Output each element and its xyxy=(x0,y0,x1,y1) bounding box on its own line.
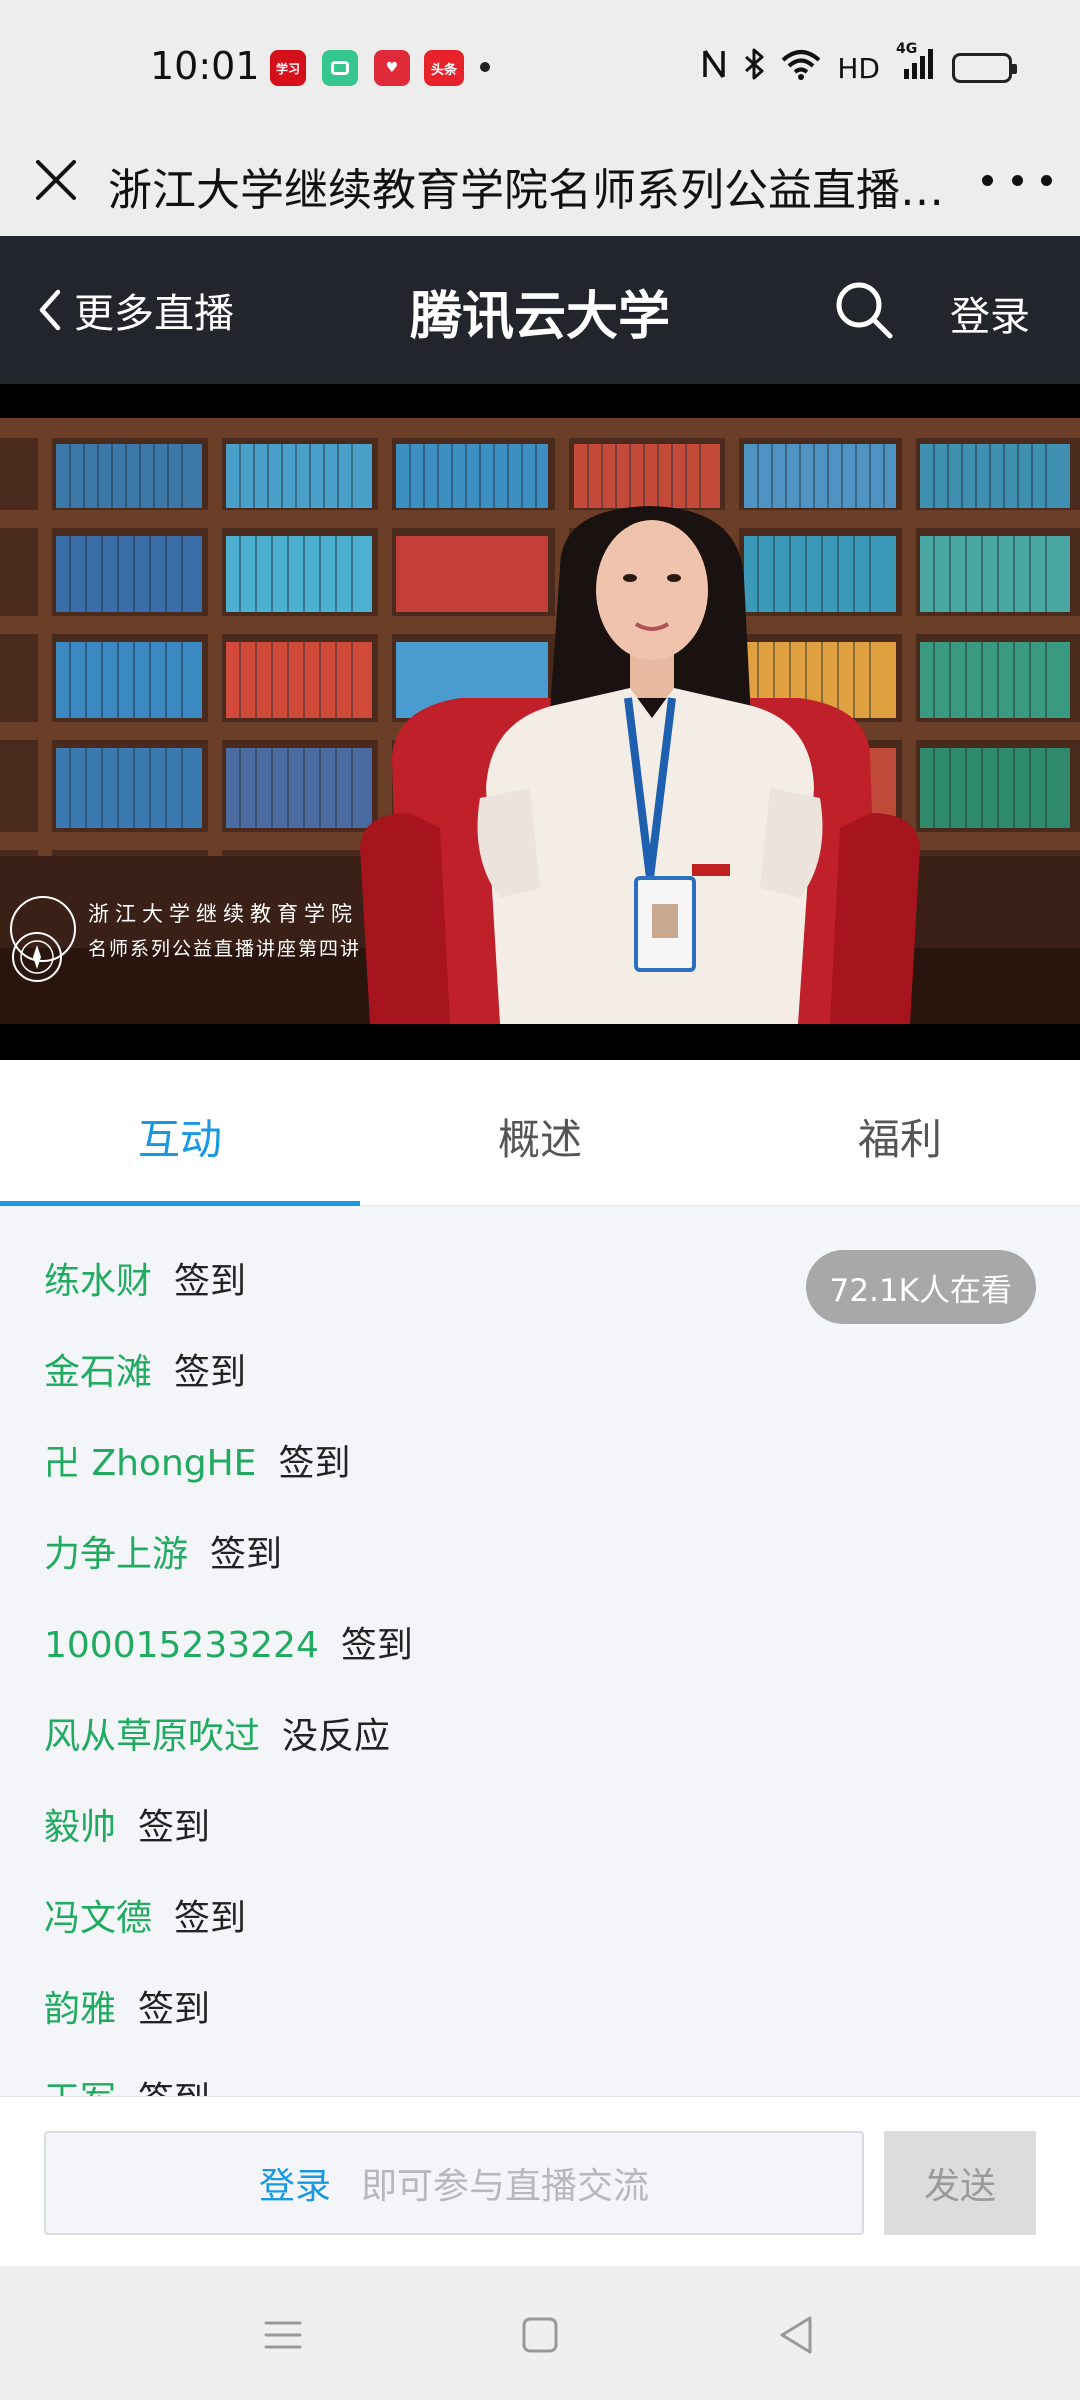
status-bar: 10:01 学习 ♥ 头条 HD 4G xyxy=(0,0,1080,130)
tab-overview[interactable]: 概述 xyxy=(360,1060,720,1205)
more-live-button[interactable]: 更多直播 xyxy=(36,280,234,340)
bluetooth-icon xyxy=(743,47,765,89)
input-placeholder: 即可参与直播交流 xyxy=(361,2166,650,2207)
chat-nickname: 100015233224 xyxy=(44,1625,319,1666)
caption-line-1: 浙江大学继续教育学院 xyxy=(88,901,358,926)
comment-bar: 登录 即可参与直播交流 发送 xyxy=(0,2096,1080,2266)
chat-nickname: 风从草原吹过 xyxy=(44,1716,261,1757)
live-video-player[interactable]: 浙江大学继续教育学院 名师系列公益直播讲座第四讲 xyxy=(0,384,1080,1060)
chat-nickname: 韵雅 xyxy=(44,1989,117,2030)
search-icon[interactable] xyxy=(832,278,896,342)
chat-text: 签到 xyxy=(210,1534,283,1575)
more-options-icon[interactable] xyxy=(982,152,1052,208)
chat-text: 签到 xyxy=(278,1443,351,1484)
chat-text: 签到 xyxy=(174,1898,247,1939)
chat-message: 风从草原吹过 没反应 xyxy=(44,1707,390,1759)
chat-nickname: 毅帅 xyxy=(44,1807,117,1848)
login-button[interactable]: 登录 xyxy=(950,284,1030,342)
chat-nickname: 力争上游 xyxy=(44,1534,189,1575)
wifi-icon xyxy=(781,48,821,88)
zju-logo xyxy=(10,896,76,982)
cell-signal-icon: 4G xyxy=(896,41,936,89)
chat-message: 卍 ZhongHE 签到 xyxy=(44,1434,350,1486)
nfc-icon xyxy=(701,47,727,89)
green-app-icon xyxy=(322,50,358,86)
tab-bar: 互动 概述 福利 xyxy=(0,1060,1080,1206)
chat-text: 没反应 xyxy=(282,1716,391,1757)
chat-nickname: 王军 xyxy=(44,2080,116,2096)
chat-nickname: 冯文德 xyxy=(44,1898,153,1939)
status-icons: HD 4G xyxy=(701,41,1017,89)
video-caption: 浙江大学继续教育学院 名师系列公益直播讲座第四讲 xyxy=(10,896,362,982)
menu-icon[interactable] xyxy=(258,2310,308,2360)
chat-message: 冯文德 签到 xyxy=(44,1889,246,1941)
chevron-left-icon xyxy=(39,289,61,331)
chat-list[interactable]: 练水财 签到 金石滩 签到 卍 ZhongHE 签到 力争上游 签到 100015233… xyxy=(0,1206,1080,2096)
status-time: 10:01 xyxy=(150,44,260,88)
viewer-count-badge: 72.1K人在看 xyxy=(805,1250,1036,1324)
input-login-link[interactable]: 登录 xyxy=(259,2157,331,2209)
chat-nickname: 练水财 xyxy=(44,1261,153,1302)
chat-message: 练水财 签到 xyxy=(44,1252,246,1304)
more-live-label: 更多直播 xyxy=(74,291,234,337)
battery-icon xyxy=(952,53,1017,83)
tab-interaction[interactable]: 互动 xyxy=(0,1060,360,1206)
toutiao-app-icon: 头条 xyxy=(424,50,464,86)
chat-message: 毅帅 签到 xyxy=(44,1798,210,1850)
tab-benefits[interactable]: 福利 xyxy=(720,1060,1080,1205)
chat-nickname: 卍 ZhongHE xyxy=(44,1443,257,1484)
chat-message: 王军 签到 xyxy=(44,2071,210,2096)
site-header: 更多直播 腾讯云大学 登录 xyxy=(0,236,1080,384)
home-icon[interactable] xyxy=(515,2310,565,2360)
chat-text: 签到 xyxy=(138,1807,211,1848)
hd-label: HD xyxy=(837,51,880,85)
heart-app-icon: ♥ xyxy=(374,50,410,86)
chat-message: 力争上游 签到 xyxy=(44,1525,282,1577)
system-nav-bar xyxy=(0,2266,1080,2400)
chat-text: 签到 xyxy=(174,1352,247,1393)
chat-message: 韵雅 签到 xyxy=(44,1980,210,2032)
chat-message: 金石滩 签到 xyxy=(44,1343,246,1395)
back-icon[interactable] xyxy=(772,2310,822,2360)
chat-message: 100015233224 签到 xyxy=(44,1616,413,1668)
chat-text: 签到 xyxy=(340,1625,413,1666)
send-button[interactable]: 发送 xyxy=(884,2131,1036,2235)
chat-text: 签到 xyxy=(174,1261,247,1302)
close-icon[interactable] xyxy=(28,152,84,208)
xuexi-app-icon: 学习 xyxy=(270,50,306,86)
page-title: 浙江大学继续教育学院名师系列公益直播讲座第四讲 xyxy=(108,165,968,216)
caption-line-2: 名师系列公益直播讲座第四讲 xyxy=(88,937,362,960)
chat-nickname: 金石滩 xyxy=(44,1352,153,1393)
chat-text: 签到 xyxy=(138,2080,210,2096)
webview-title-bar: 浙江大学继续教育学院名师系列公益直播讲座第四讲 xyxy=(0,130,1080,236)
more-notifications-icon xyxy=(480,62,490,72)
chat-text: 签到 xyxy=(138,1989,211,2030)
comment-input[interactable]: 登录 即可参与直播交流 xyxy=(44,2131,864,2235)
